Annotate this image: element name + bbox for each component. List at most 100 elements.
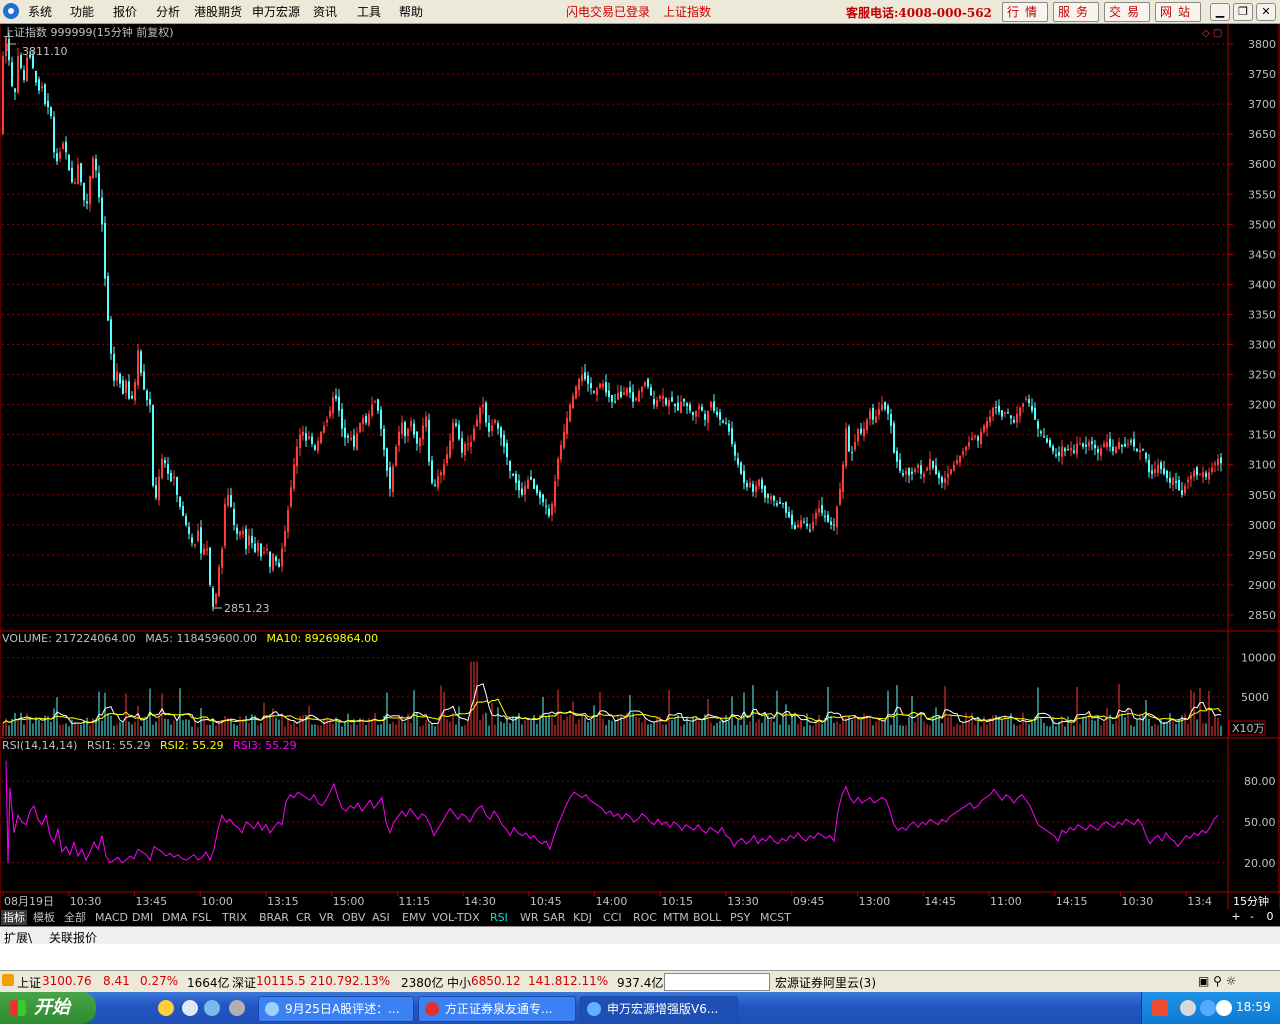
tab-fsl[interactable]: FSL [192,910,211,925]
ime-icon[interactable] [1152,1000,1168,1016]
candle-body [908,467,910,476]
time-tick-label: 14:45 [924,895,956,908]
menu-tools[interactable]: 工具 [357,3,381,20]
tab-boll[interactable]: BOLL [693,910,721,925]
tray-icon-2[interactable] [1180,1000,1196,1016]
candle-body [662,395,664,399]
tab-macd[interactable]: MACD [95,910,128,925]
menu-system[interactable]: 系统 [28,3,52,20]
candle-body [440,472,442,476]
stock-chart[interactable]: 3800 3750 3700 3650 3600 3550 3500 3450 3400 3350… [0,24,1280,909]
candle-body [1184,485,1186,494]
candle-body [1001,410,1003,417]
tab-rsi[interactable]: RSI [490,910,508,925]
price-tick-label: 2950 [1248,549,1276,562]
candle-body [446,454,448,464]
status-bar-icon[interactable] [2,974,14,986]
tab-brar[interactable]: BRAR [259,910,289,925]
candle-body [1136,448,1138,452]
period-label[interactable]: 15分钟 [1233,894,1269,908]
minimize-icon[interactable]: ▁ [1210,3,1230,21]
tab-kdj[interactable]: KDJ [573,910,592,925]
candle-body [533,479,535,489]
menu-help[interactable]: 帮助 [399,3,423,20]
candle-body [407,428,409,436]
candle-body [524,485,526,495]
tab-mcst[interactable]: MCST [760,910,791,925]
candle-body [728,423,730,432]
tab-group-template[interactable]: 模板 [33,910,55,925]
zoom-in-button[interactable]: + [1229,910,1243,924]
tab-group-all[interactable]: 全部 [64,910,86,925]
tab-dmi[interactable]: DMI [132,910,153,925]
website-button[interactable]: 网站 [1155,2,1201,22]
tab-trix[interactable]: TRIX [222,910,247,925]
candle-body [257,542,259,552]
trade-button[interactable]: 交易 [1104,2,1150,22]
candle-body [461,438,463,453]
tab-dma[interactable]: DMA [162,910,188,925]
candle-body [122,380,124,395]
candle-body [560,445,562,460]
quicklaunch-icon-4[interactable] [229,1000,245,1016]
tab-mtm[interactable]: MTM [663,910,689,925]
tab-obv[interactable]: OBV [342,910,365,925]
menu-hk-futures[interactable]: 港股期货 [194,3,242,20]
market-button[interactable]: 行情 [1002,2,1048,22]
restore-icon[interactable]: ❐ [1233,3,1253,21]
candle-body [926,467,928,471]
menu-news[interactable]: 资讯 [313,3,337,20]
ie-icon[interactable] [204,1000,220,1016]
menu-function[interactable]: 功能 [70,3,94,20]
candle-body [431,460,433,483]
candle-body [1055,454,1057,456]
task-news[interactable]: 9月25日A股评述：... [258,996,414,1022]
tab-vol-tdx[interactable]: VOL-TDX [432,910,480,925]
close-icon[interactable]: ✕ [1256,3,1276,21]
tab-vr[interactable]: VR [319,910,334,925]
candle-body [764,486,766,498]
tab-wr[interactable]: WR [520,910,539,925]
tab-asi[interactable]: ASI [372,910,390,925]
status-tray-icons[interactable]: ▣ ⚲ ☼ [1198,974,1237,988]
tab-psy[interactable]: PSY [730,910,750,925]
candle-body [623,392,625,395]
start-button[interactable]: 开始 [0,992,96,1024]
candle-body [884,401,886,410]
tab-sar[interactable]: SAR [543,910,565,925]
menu-analysis[interactable]: 分析 [156,3,180,20]
candle-body [1049,440,1051,447]
candle-body [137,350,139,386]
trade-login-status[interactable]: 闪电交易已登录 [566,3,650,20]
chart-corner-icons[interactable]: ◇ ▢ [1202,28,1222,39]
candle-body [53,116,55,153]
task-founder[interactable]: 方正证券泉友通专... [418,996,576,1022]
security-shield-icon[interactable] [1216,1000,1232,1016]
candle-body [677,402,679,411]
tab-roc[interactable]: ROC [633,910,657,925]
tab-cr[interactable]: CR [296,910,311,925]
candle-body [527,479,529,489]
tab-group-indicator[interactable]: 指标 [1,910,27,925]
candle-body [1220,457,1222,464]
service-button[interactable]: 服务 [1053,2,1099,22]
candle-body [176,477,178,495]
candle-body [425,416,427,428]
quicklaunch-icon-2[interactable] [182,1000,198,1016]
tab-cci[interactable]: CCI [603,910,622,925]
tab-emv[interactable]: EMV [402,910,426,925]
menu-swhy[interactable]: 申万宏源 [252,3,300,20]
candle-body [914,469,916,472]
candle-body [161,458,163,479]
tray-icon-3[interactable] [1200,1000,1216,1016]
candle-body [365,416,367,423]
broker-server[interactable]: 宏源证券阿里云(3) [775,974,876,991]
reset-button[interactable]: 0 [1263,910,1277,924]
high-price-label: 3811.10 [22,45,68,58]
candle-body [1208,472,1210,480]
task-swhy[interactable]: 申万宏源增强版V6... [580,996,738,1022]
zoom-out-button[interactable]: - [1245,910,1259,924]
menu-quotes[interactable]: 报价 [113,3,137,20]
candle-body [284,530,286,547]
quicklaunch-icon-1[interactable] [158,1000,174,1016]
